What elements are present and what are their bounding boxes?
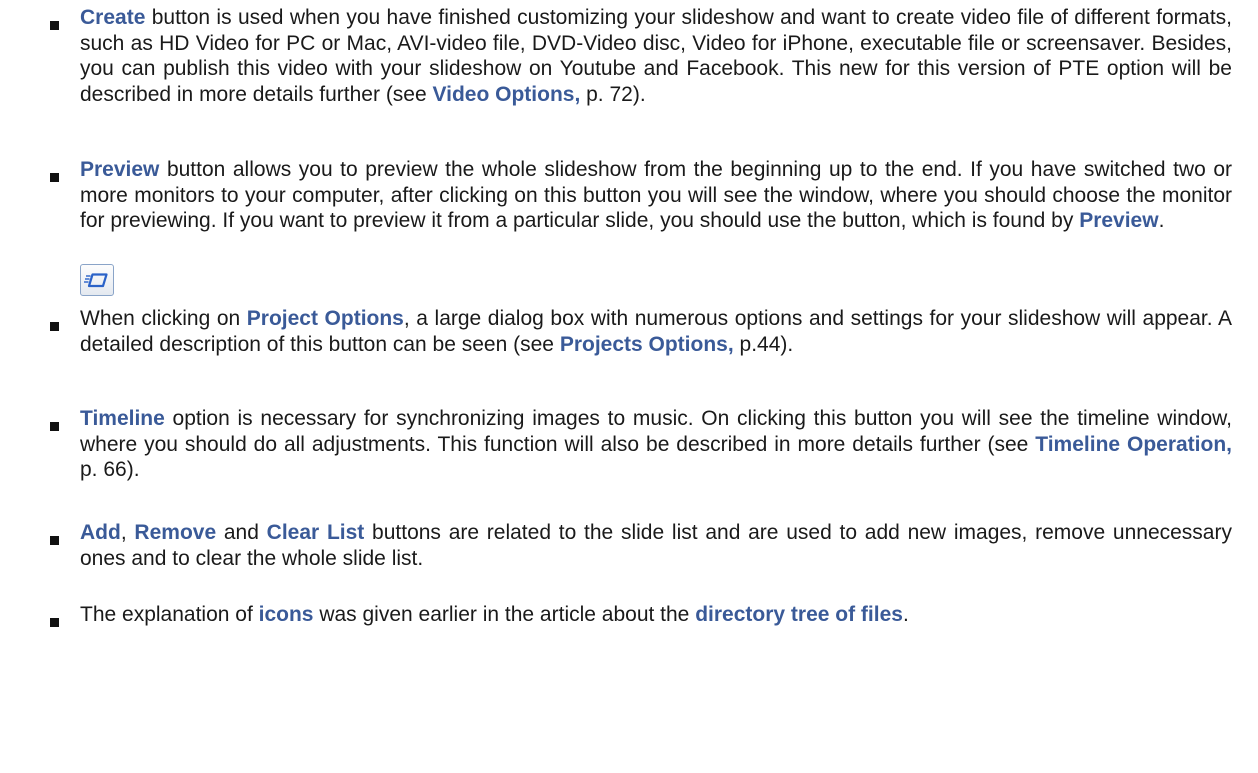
keyword-link: icons xyxy=(258,603,314,626)
bullet-marker xyxy=(50,618,59,627)
text-run: . xyxy=(902,603,909,626)
bullet-marker xyxy=(50,536,59,545)
text-run: , xyxy=(120,521,135,544)
text-run: was given earlier in the article about t… xyxy=(313,603,696,626)
item-text: When clicking on Project Options, a larg… xyxy=(80,306,1232,357)
keyword-link: Project Options xyxy=(246,307,404,330)
bullet-marker xyxy=(50,322,59,331)
text-run: p. 66). xyxy=(80,458,140,481)
bullet-marker xyxy=(50,21,59,30)
keyword-link: Video Options, xyxy=(432,82,581,106)
keyword-link: Remove xyxy=(134,521,217,544)
text-run: p. 72). xyxy=(580,82,646,106)
item-text: Preview button allows you to preview the… xyxy=(80,157,1232,234)
item-text: Add, Remove and Clear List buttons are r… xyxy=(80,520,1232,571)
text-run: button is used when you have finished cu… xyxy=(80,6,1232,106)
slide-preview-icon xyxy=(80,264,114,296)
bullet-marker xyxy=(50,422,59,431)
item-text: The explanation of icons was given earli… xyxy=(80,602,1232,628)
keyword-link: Preview xyxy=(1079,209,1159,232)
text-run: The explanation of xyxy=(80,603,259,626)
keyword-link: Timeline xyxy=(80,407,165,430)
text-run: When clicking on xyxy=(80,307,247,330)
text-run: and xyxy=(216,521,267,544)
keyword-link: Preview xyxy=(80,158,160,181)
keyword-link: Clear List xyxy=(266,521,365,544)
text-run: p.44). xyxy=(733,332,794,356)
text-run: button allows you to preview the whole s… xyxy=(80,158,1232,232)
keyword-link: directory tree of files xyxy=(695,603,903,626)
keyword-link: Timeline Operation, xyxy=(1035,432,1232,456)
item-text: Create button is used when you have fini… xyxy=(80,5,1232,107)
keyword-link: Create xyxy=(80,6,146,29)
keyword-link: Projects Options, xyxy=(559,332,734,356)
text-run: . xyxy=(1158,209,1165,232)
keyword-link: Add xyxy=(80,521,121,544)
item-text: Timeline option is necessary for synchro… xyxy=(80,406,1232,483)
bullet-marker xyxy=(50,173,59,182)
document-page: Create button is used when you have fini… xyxy=(0,0,1258,773)
